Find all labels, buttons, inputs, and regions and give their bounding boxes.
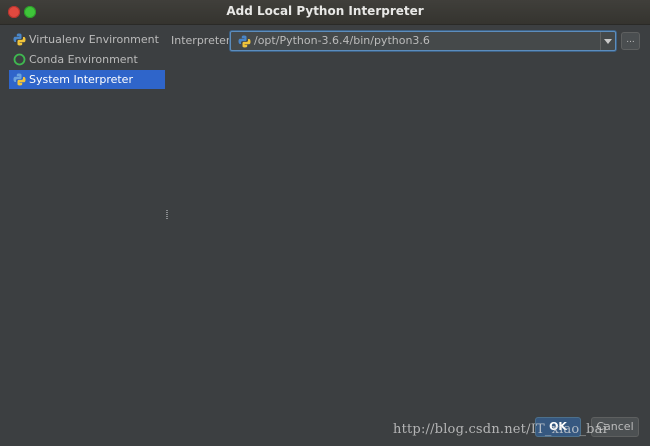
browse-button[interactable]: ... — [621, 32, 640, 50]
interpreter-label: Interpreter: — [171, 34, 234, 47]
dialog-window: Add Local Python Interpreter Virtualenv … — [0, 0, 650, 446]
sidebar-item-label: Conda Environment — [29, 53, 138, 66]
sidebar-item-virtualenv[interactable]: Virtualenv Environment — [9, 30, 165, 49]
watermark-text: http://blog.csdn.net/IT_xiao_bai — [393, 422, 607, 437]
window-title: Add Local Python Interpreter — [226, 4, 424, 18]
interpreter-path-value: /opt/Python-3.6.4/bin/python3.6 — [254, 34, 430, 47]
conda-circle-icon — [13, 53, 26, 66]
title-bar[interactable]: Add Local Python Interpreter — [0, 0, 650, 25]
interpreter-select[interactable]: /opt/Python-3.6.4/bin/python3.6 — [230, 31, 616, 51]
python-icon — [13, 33, 26, 46]
sidebar-item-label: Virtualenv Environment — [29, 33, 159, 46]
chevron-down-icon[interactable] — [600, 32, 615, 50]
splitter-handle[interactable] — [166, 210, 169, 221]
sidebar-item-system-interpreter[interactable]: System Interpreter — [9, 70, 165, 89]
python-icon — [13, 73, 26, 86]
python-icon — [238, 35, 251, 48]
sidebar-item-conda[interactable]: Conda Environment — [9, 50, 165, 69]
sidebar-item-label: System Interpreter — [29, 73, 133, 86]
sidebar: Virtualenv Environment Conda Environment… — [0, 25, 168, 446]
